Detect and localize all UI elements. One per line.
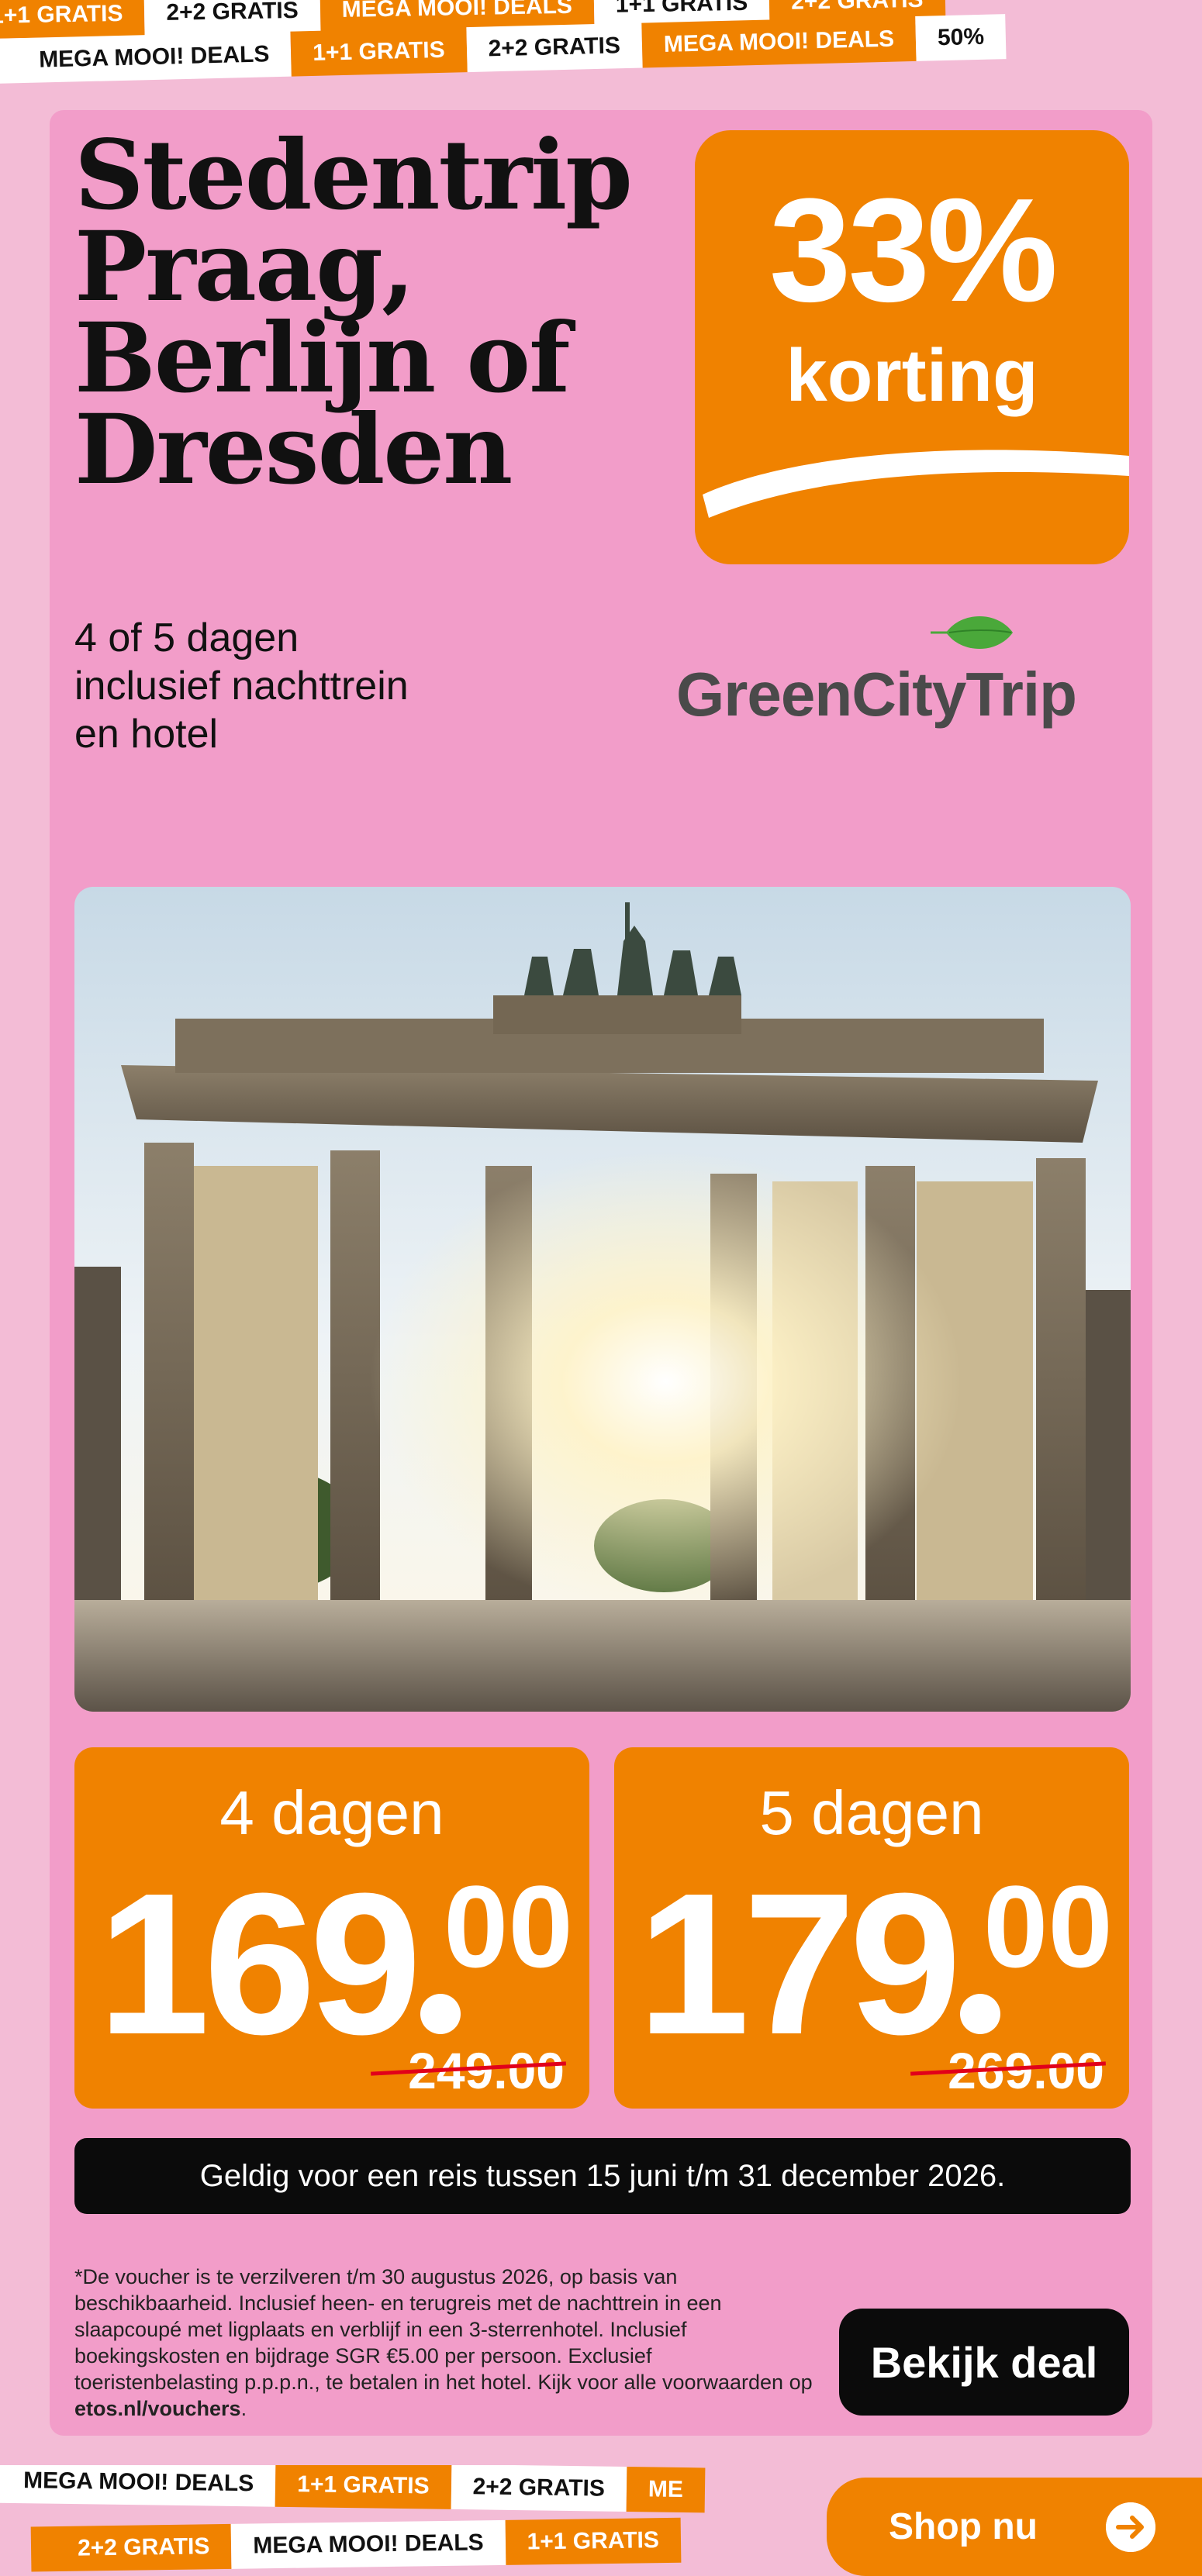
subtitle-line: inclusief nachttrein [74, 664, 409, 709]
title-line: Berlijn of [74, 302, 570, 415]
ticker-chip: 2+2 GRATIS [465, 22, 643, 73]
price-duration: 4 dagen [219, 1778, 444, 1847]
ticker-chip: 2+2 GRATIS [451, 2465, 627, 2512]
brand-logo: GreenCityTrip [636, 608, 1117, 732]
ticker-chip: MEGA MOOI! DEALS [641, 16, 917, 68]
title-line: Praag, [74, 211, 415, 323]
arrow-right-circle-icon [1106, 2502, 1155, 2552]
price-decimal-dot [420, 1994, 461, 2034]
hero-image [74, 887, 1131, 1712]
price-whole: 179 [637, 1852, 962, 2077]
offer-subtitle: 4 of 5 dagen inclusief nachttrein en hot… [74, 614, 617, 758]
fine-print-text: *De voucher is te verzilveren t/m 30 aug… [74, 2265, 813, 2394]
price-cents: 00 [983, 1861, 1113, 1991]
fine-print-end: . [240, 2397, 247, 2420]
price-whole: 169 [98, 1852, 422, 2077]
fine-print: *De voucher is te verzilveren t/m 30 aug… [74, 2264, 819, 2422]
view-deal-button[interactable]: Bekijk deal [839, 2309, 1129, 2416]
leaf-icon [931, 616, 1013, 649]
offer-title: Stedentrip Praag, Berlijn of Dresden [74, 119, 664, 506]
ticker-chip: MEGA MOOI! DEALS [230, 2519, 506, 2569]
title-line: Dresden [74, 394, 513, 506]
ticker-chip: MEGA MOOI! DEALS [0, 2465, 276, 2507]
price-cents: 00 [444, 1861, 573, 1991]
ticker-chip: 2+2 GRATIS [143, 0, 321, 36]
brandenburg-gate-illustration [74, 887, 1131, 1712]
title-line: Stedentrip [74, 119, 633, 232]
ticker-chip: ME [626, 2467, 706, 2513]
ticker-chip: 2+2 GRATIS [30, 2523, 232, 2572]
ticker-chip: 1+1 GRATIS [505, 2517, 682, 2565]
price-decimal-dot [960, 1994, 1000, 2034]
shop-now-button[interactable]: Shop nu [827, 2478, 1202, 2576]
subtitle-line: 4 of 5 dagen [74, 616, 299, 660]
ticker-chip: 1+1 GRATIS [290, 27, 468, 77]
shop-now-label: Shop nu [889, 2506, 1038, 2547]
subtitle-line: en hotel [74, 712, 219, 757]
price-duration: 5 dagen [759, 1778, 984, 1847]
top-promo-ticker: 1+1 GRATIS 2+2 GRATIS MEGA MOOI! DEALS 1… [0, 0, 1202, 101]
price-box-4-days[interactable]: 4 dagen 169 00 249.00 [74, 1747, 589, 2109]
validity-banner: Geldig voor een reis tussen 15 juni t/m … [74, 2138, 1131, 2214]
ticker-chip: 1+1 GRATIS [0, 0, 145, 40]
swoosh-decoration [703, 450, 1129, 518]
ticker-chip: 1+1 GRATIS [275, 2465, 451, 2509]
ticker-chip: MEGA MOOI! DEALS [0, 31, 292, 84]
brand-name: GreenCityTrip [675, 660, 1077, 729]
discount-badge: 33% korting [695, 130, 1129, 564]
price-box-5-days[interactable]: 5 dagen 179 00 269.00 [614, 1747, 1129, 2109]
ticker-chip: 50% [915, 14, 1007, 61]
vouchers-link[interactable]: etos.nl/vouchers [74, 2397, 241, 2420]
